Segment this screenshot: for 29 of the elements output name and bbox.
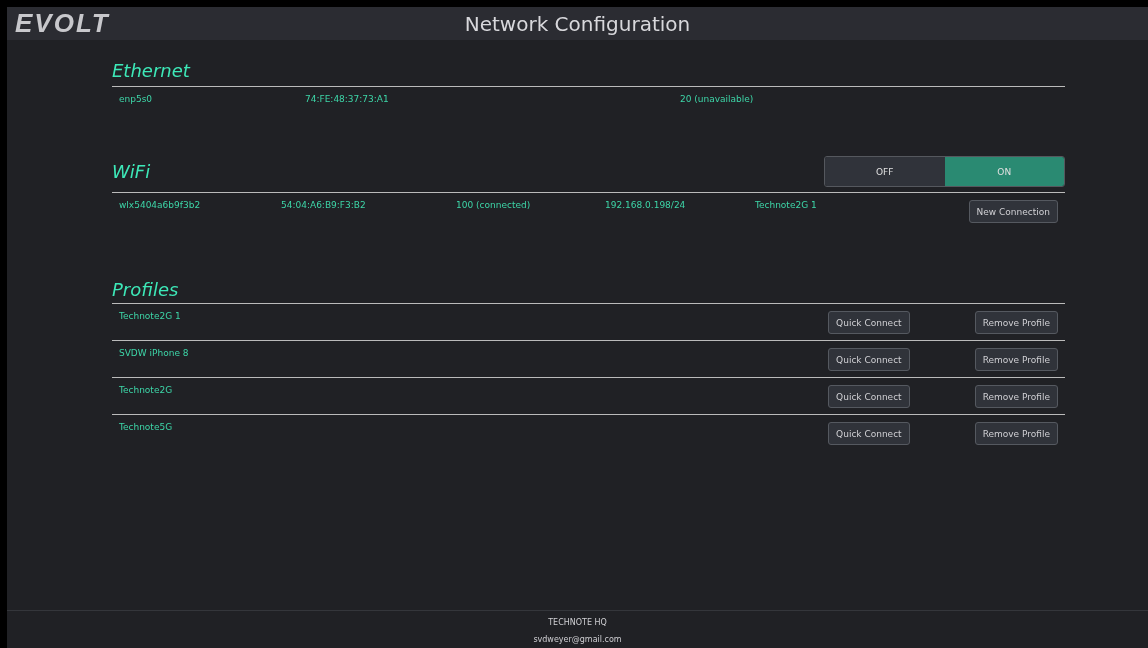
- profile-name: SVDW iPhone 8: [119, 348, 190, 358]
- quick-connect-button[interactable]: Quick Connect: [828, 422, 910, 445]
- quick-connect-button[interactable]: Quick Connect: [828, 311, 910, 334]
- profile-name: Technote2G: [119, 385, 174, 395]
- footer-email: svdweyer@gmail.com: [533, 635, 622, 644]
- section-title: Profiles: [112, 279, 179, 300]
- new-connection-button[interactable]: New Connection: [968, 200, 1058, 223]
- toggle-option[interactable]: OFF: [825, 157, 945, 186]
- remove-profile-button[interactable]: Remove Profile: [974, 311, 1058, 334]
- profile-name: Technote2G 1: [119, 311, 182, 321]
- device-name: wlx5404a6b9f3b2: [119, 200, 202, 210]
- device-state: 20 (unavailable): [680, 94, 755, 104]
- remove-profile-button[interactable]: Remove Profile: [974, 385, 1058, 408]
- footer-title: TECHNOTE HQ: [548, 618, 607, 627]
- remove-profile-button[interactable]: Remove Profile: [974, 348, 1058, 371]
- device-name: enp5s0: [119, 94, 154, 104]
- ip-address: 192.168.0.198/24: [605, 200, 687, 210]
- network-name: Technote2G 1: [755, 200, 818, 210]
- section-title: WiFi: [112, 161, 151, 182]
- mac-address: 74:FE:48:37:73:A1: [305, 94, 390, 104]
- mac-address: 54:04:A6:B9:F3:B2: [281, 200, 367, 210]
- quick-connect-button[interactable]: Quick Connect: [828, 385, 910, 408]
- profile-name: Technote5G: [119, 422, 174, 432]
- page-title: Network Configuration: [464, 11, 691, 36]
- remove-profile-button[interactable]: Remove Profile: [974, 422, 1058, 445]
- section-title: Ethernet: [112, 60, 190, 81]
- device-state: 100 (connected): [456, 200, 532, 210]
- logo: EVOLT: [15, 8, 110, 39]
- quick-connect-button[interactable]: Quick Connect: [828, 348, 910, 371]
